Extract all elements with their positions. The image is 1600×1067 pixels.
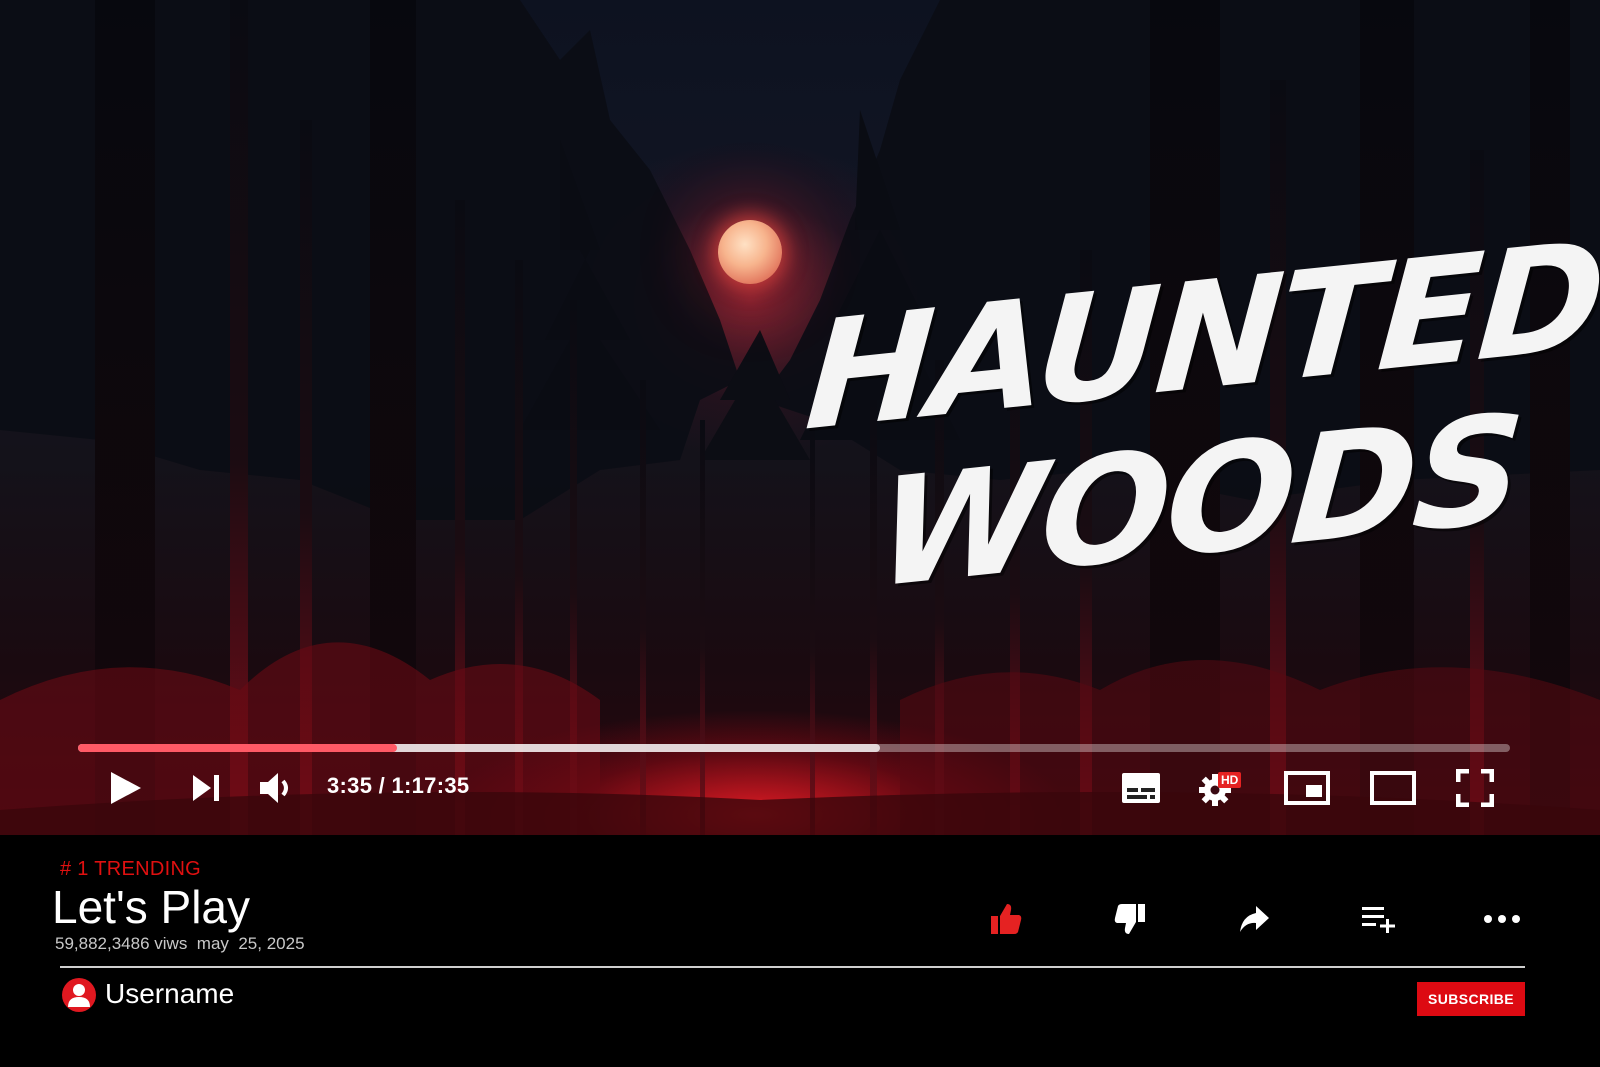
more-options-button[interactable] [1478,895,1526,943]
play-button[interactable] [104,768,146,808]
channel-name[interactable]: Username [105,978,234,1010]
volume-icon [260,773,288,803]
captions-icon [1122,773,1160,803]
theater-mode-button[interactable] [1369,768,1417,808]
subscribe-button[interactable]: SUBSCRIBE [1417,982,1525,1016]
time-separator: / [372,773,392,798]
video-title: Let's Play [52,881,250,933]
theater-icon [1370,771,1416,805]
share-button[interactable] [1230,895,1278,943]
next-icon [193,775,219,801]
thumbnail-title: HAUNTED WOODS [801,210,1600,622]
progress-bar[interactable] [78,744,1510,752]
more-icon [1484,915,1520,923]
like-icon [991,904,1022,934]
save-to-playlist-button[interactable] [1354,895,1402,943]
time-display: 3:35 / 1:17:35 [327,773,469,799]
settings-button[interactable]: HD [1198,768,1244,808]
save-to-playlist-icon [1362,907,1395,933]
trending-label: # 1 TRENDING [60,858,202,880]
divider [60,966,1525,968]
play-icon [111,772,141,804]
video-player[interactable]: HAUNTED WOODS 3:35 / 1:17:35 HD [0,0,1600,835]
captions-button[interactable] [1120,768,1162,808]
avatar[interactable] [62,978,96,1012]
dislike-button[interactable] [1106,895,1154,943]
upload-date: may 25, 2025 [196,934,305,953]
video-meta: 59,882,3486 viws may 25, 2025 [55,934,305,954]
miniplayer-button[interactable] [1283,768,1331,808]
fullscreen-button[interactable] [1455,768,1495,808]
moon [718,220,782,284]
user-icon [68,984,90,1007]
hd-badge: HD [1218,772,1242,788]
dislike-icon [1114,904,1145,934]
fullscreen-icon [1456,769,1494,807]
volume-button[interactable] [256,768,296,808]
current-time: 3:35 [327,773,373,798]
next-button[interactable] [188,768,224,808]
miniplayer-icon [1284,771,1330,805]
progress-played [78,744,398,752]
view-count: 59,882,3486 viws [55,934,188,953]
like-button[interactable] [982,895,1030,943]
duration: 1:17:35 [391,773,470,798]
share-icon [1240,906,1269,932]
